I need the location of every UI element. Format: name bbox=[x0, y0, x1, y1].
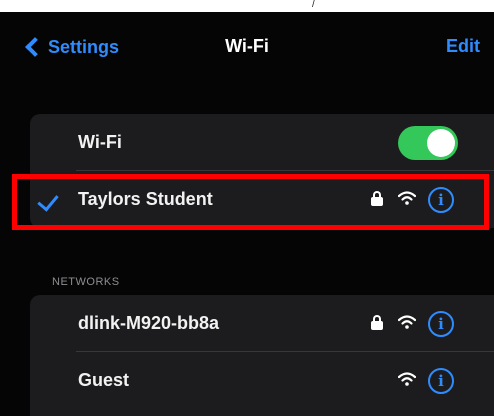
current-network-row[interactable]: Taylors Student i bbox=[30, 171, 494, 228]
info-icon[interactable]: i bbox=[428, 187, 454, 213]
wifi-toggle-label: Wi-Fi bbox=[78, 132, 122, 152]
info-icon[interactable]: i bbox=[428, 368, 454, 394]
current-network-name: Taylors Student bbox=[78, 189, 213, 209]
wifi-signal-icon bbox=[398, 191, 416, 205]
toggle-knob bbox=[427, 129, 455, 157]
network-name: dlink-M920-bb8a bbox=[78, 313, 220, 333]
cursor-mark: / bbox=[312, 0, 315, 10]
wifi-settings-screen: Settings Wi-Fi Edit Wi-Fi Taylors Studen… bbox=[0, 12, 494, 416]
network-row-dlink[interactable]: dlink-M920-bb8a i bbox=[30, 295, 494, 352]
back-button[interactable]: Settings bbox=[22, 34, 119, 60]
wifi-toggle-switch[interactable] bbox=[398, 126, 458, 160]
network-name: Guest bbox=[78, 370, 130, 390]
wifi-toggle-row: Wi-Fi bbox=[30, 114, 494, 171]
screenshot-canvas: / Settings Wi-Fi Edit Wi-Fi Taylors Stud… bbox=[0, 0, 494, 416]
networks-list: dlink-M920-bb8a i Guest i bbox=[30, 295, 494, 416]
lock-icon bbox=[371, 315, 383, 330]
chevron-left-icon bbox=[25, 37, 45, 57]
wifi-signal-icon bbox=[398, 372, 416, 386]
lock-icon bbox=[371, 191, 383, 206]
networks-section-header: NETWORKS bbox=[52, 276, 120, 288]
info-icon[interactable]: i bbox=[428, 311, 454, 337]
network-row-guest[interactable]: Guest i bbox=[30, 352, 494, 409]
wifi-group: Wi-Fi Taylors Student i bbox=[30, 114, 494, 228]
edit-button[interactable]: Edit bbox=[446, 36, 480, 57]
wifi-signal-icon bbox=[398, 315, 416, 329]
navigation-bar: Settings Wi-Fi Edit bbox=[0, 12, 494, 82]
checkmark-icon bbox=[37, 189, 59, 212]
back-button-label: Settings bbox=[48, 36, 120, 57]
